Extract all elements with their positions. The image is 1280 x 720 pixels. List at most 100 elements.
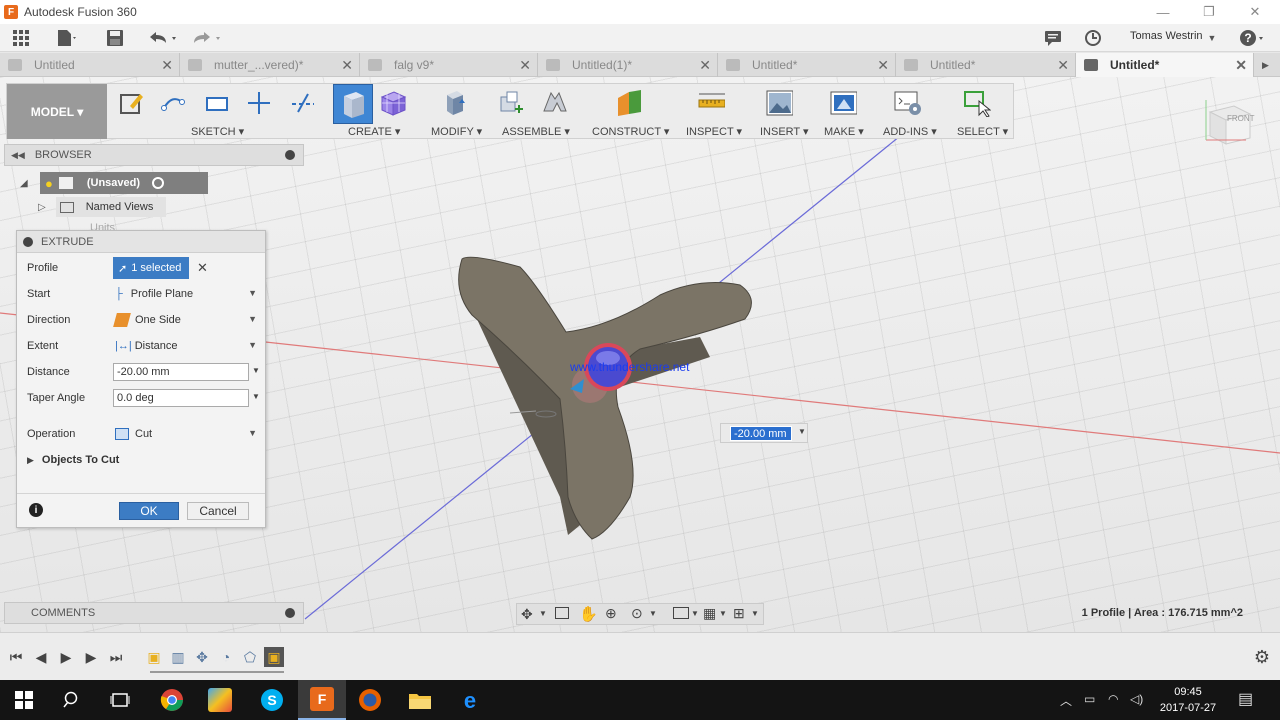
start-dropdown[interactable]: ├ Profile Plane ▼	[113, 284, 261, 304]
direction-dropdown[interactable]: One Side ▼	[113, 310, 261, 330]
volume-speaker-icon[interactable]: ◁)	[1130, 692, 1143, 706]
add-ins-menu[interactable]: ADD-INS ▾	[883, 125, 937, 138]
add-comment-icon[interactable]	[285, 608, 295, 618]
start-button[interactable]	[0, 680, 48, 720]
look-at-icon[interactable]	[555, 607, 569, 619]
user-name[interactable]: Tomas Westrin	[1130, 30, 1203, 42]
collapse-panel-icon[interactable]: ◀◀	[11, 150, 25, 161]
joint-icon[interactable]	[541, 90, 569, 116]
play-icon[interactable]: ▶	[56, 647, 76, 667]
close-window-button[interactable]: ✕	[1232, 0, 1278, 24]
user-chevron-down-icon[interactable]: ▼	[1206, 28, 1218, 48]
show-hidden-icons-chevron-up-icon[interactable]: ︿	[1060, 692, 1072, 709]
viewcube[interactable]: FRONT	[1200, 96, 1256, 152]
clear-selection-icon[interactable]: ✕	[197, 260, 208, 276]
data-panel-grid-icon[interactable]	[10, 28, 32, 48]
zoom-icon[interactable]: ⊕	[605, 605, 617, 622]
go-to-start-icon[interactable]: ⏮	[6, 647, 26, 667]
select-menu[interactable]: SELECT ▾	[957, 125, 1008, 138]
arc-tool-icon[interactable]	[159, 90, 187, 116]
firefox-icon[interactable]	[346, 680, 394, 720]
distance-input[interactable]: -20.00 mm	[113, 363, 249, 381]
search-icon[interactable]	[48, 680, 96, 720]
assemble-menu[interactable]: ASSEMBLE ▾	[502, 125, 570, 138]
timeline-sketch-feature-icon[interactable]: ▣	[144, 647, 164, 667]
press-pull-icon[interactable]	[439, 90, 467, 116]
workspace-switcher-button[interactable]: MODEL ▾	[7, 84, 107, 139]
measure-icon[interactable]	[697, 90, 725, 116]
document-tab[interactable]: mutter_...vered)* ✕	[180, 53, 360, 77]
viewcube-face-label[interactable]: FRONT	[1227, 114, 1255, 123]
chrome-icon[interactable]	[148, 680, 196, 720]
expand-triangle-icon[interactable]: ◢	[20, 178, 28, 189]
rectangle-tool-icon[interactable]	[203, 90, 231, 116]
browser-panel-header[interactable]: ◀◀ BROWSER	[4, 144, 304, 166]
timeline-active-sketch-icon[interactable]: ▣	[264, 647, 284, 667]
close-tab-icon[interactable]: ✕	[1235, 57, 1247, 74]
timeline-fillet-feature-icon[interactable]: ◔	[216, 647, 236, 667]
skype-icon[interactable]: S	[248, 680, 296, 720]
chevron-down-icon[interactable]: ▼	[751, 609, 759, 618]
create-sketch-icon[interactable]	[117, 90, 145, 116]
orbit-icon[interactable]: ✥	[521, 606, 533, 623]
make-menu[interactable]: MAKE ▾	[824, 125, 864, 138]
file-menu-icon[interactable]	[54, 28, 80, 48]
taper-angle-input[interactable]: 0.0 deg	[113, 389, 249, 407]
document-tab[interactable]: Untitled* ✕	[718, 53, 896, 77]
expand-arrow-icon[interactable]: ▶	[27, 455, 34, 466]
document-tab[interactable]: Untitled(1)* ✕	[538, 53, 718, 77]
activate-radio-icon[interactable]	[152, 177, 165, 189]
comments-panel-header[interactable]: COMMENTS	[4, 602, 304, 624]
objects-to-cut-row[interactable]: ▶ Objects To Cut	[27, 449, 259, 471]
tab-overflow-button[interactable]: ▶	[1254, 53, 1280, 77]
close-tab-icon[interactable]: ✕	[1057, 57, 1069, 74]
close-tab-icon[interactable]: ✕	[341, 57, 353, 74]
chevron-down-icon[interactable]: ▼	[691, 609, 699, 618]
extent-dropdown[interactable]: |↔| Distance ▼	[113, 336, 261, 356]
spinner-body[interactable]	[458, 256, 752, 540]
history-clock-icon[interactable]	[1082, 28, 1104, 48]
3d-print-icon[interactable]	[829, 90, 857, 116]
root-node-highlight[interactable]: ● (Unsaved)	[40, 172, 208, 194]
trim-tool-icon[interactable]	[289, 90, 317, 116]
fusion-taskbar-icon[interactable]: F	[298, 680, 346, 720]
inspect-menu[interactable]: INSPECT ▾	[686, 125, 742, 138]
timeline-settings-gear-icon[interactable]: ⚙	[1252, 647, 1272, 667]
pan-hand-icon[interactable]: ✋	[579, 605, 598, 623]
chevron-down-icon[interactable]: ▼	[649, 609, 657, 618]
step-back-icon[interactable]: ◀	[31, 647, 51, 667]
ok-button[interactable]: OK	[119, 502, 179, 520]
timeline-move-feature-icon[interactable]: ✥	[192, 647, 212, 667]
collapse-dialog-icon[interactable]	[23, 236, 33, 247]
select-tool-icon[interactable]	[963, 90, 991, 117]
undo-icon[interactable]	[144, 28, 180, 48]
distance-options-chevron-icon[interactable]: ▼	[252, 366, 260, 375]
browser-root-node[interactable]: ◢ ● (Unsaved)	[20, 172, 208, 194]
step-forward-icon[interactable]: ▶	[81, 647, 101, 667]
display-settings-icon[interactable]	[673, 607, 689, 619]
action-center-notification-icon[interactable]: ▤	[1238, 689, 1253, 709]
chevron-down-icon[interactable]: ▼	[798, 427, 806, 436]
offset-plane-icon[interactable]	[615, 90, 643, 116]
sketch-menu[interactable]: SKETCH ▾	[191, 125, 244, 138]
scripts-addins-icon[interactable]	[893, 90, 921, 116]
save-icon[interactable]	[104, 28, 126, 48]
task-view-icon[interactable]	[96, 680, 144, 720]
grid-settings-icon[interactable]: ▦	[703, 605, 716, 622]
minimize-button[interactable]: —	[1140, 0, 1186, 24]
lightbulb-icon[interactable]: ●	[45, 176, 53, 191]
taper-options-chevron-icon[interactable]: ▼	[252, 392, 260, 401]
edge-icon[interactable]: e	[446, 680, 494, 720]
distance-manipulator-input[interactable]: -20.00 mm	[730, 426, 792, 441]
battery-icon[interactable]: ▭	[1084, 692, 1095, 706]
create-menu[interactable]: CREATE ▾	[348, 125, 400, 138]
network-wifi-icon[interactable]: ◠	[1108, 692, 1118, 706]
close-tab-icon[interactable]: ✕	[877, 57, 889, 74]
go-to-end-icon[interactable]: ⏭	[106, 647, 126, 667]
extrude-tool-icon[interactable]	[333, 84, 373, 124]
chevron-down-icon[interactable]: ▼	[539, 609, 547, 618]
distance-manipulator[interactable]: -20.00 mm ▼	[720, 423, 808, 443]
extrude-dialog-header[interactable]: EXTRUDE	[17, 231, 265, 253]
fit-zoom-icon[interactable]: ⊙	[631, 605, 643, 622]
insert-menu[interactable]: INSERT ▾	[760, 125, 809, 138]
